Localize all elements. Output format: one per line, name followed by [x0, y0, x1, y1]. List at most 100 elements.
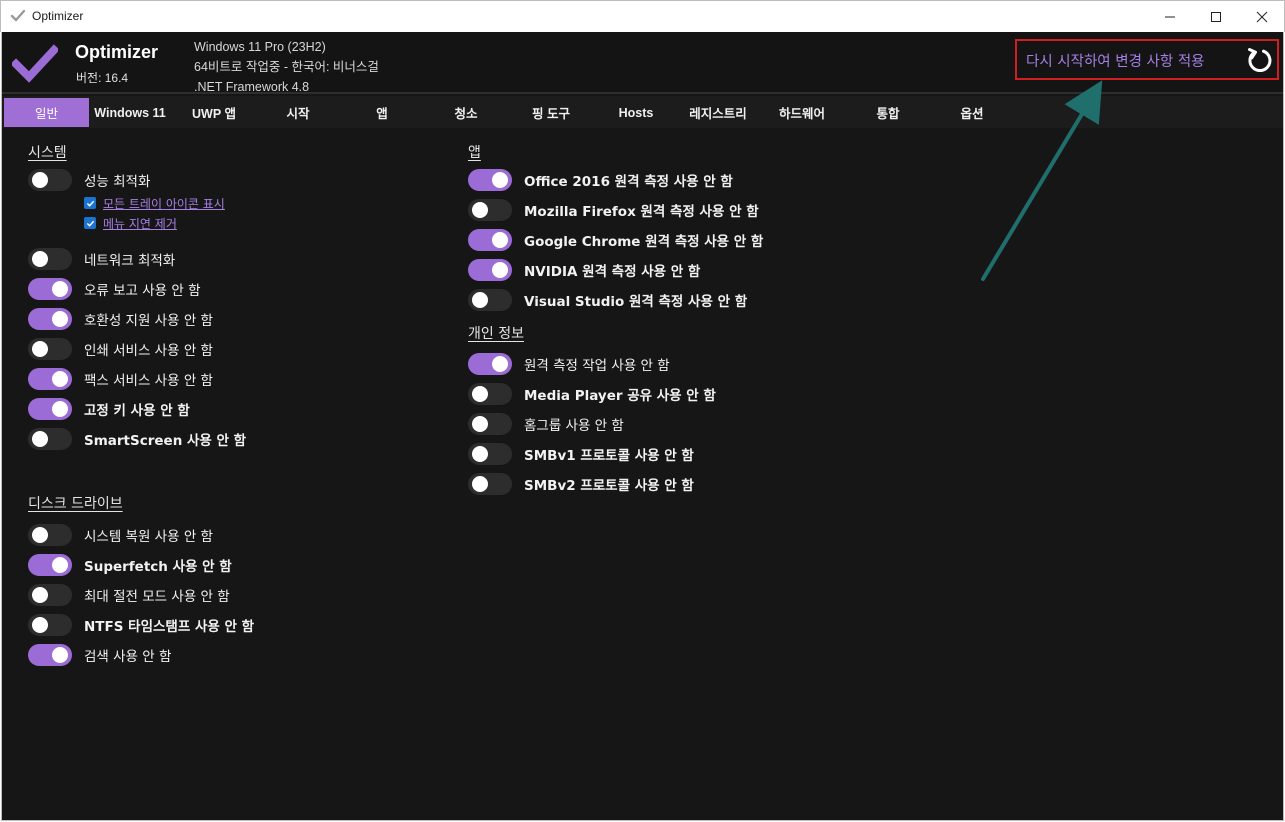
toggle-row-smbv2[interactable]: SMBv2 프로토콜 사용 안 함: [468, 472, 694, 496]
restart-apply-link[interactable]: 다시 시작하여 변경 사항 적용: [1026, 50, 1205, 71]
toggle-label: 고정 키 사용 안 함: [84, 403, 190, 419]
tab-apps[interactable]: 앱: [340, 98, 424, 127]
app-logo-check-icon: [12, 44, 58, 83]
toggle-label: 시스템 복원 사용 안 함: [84, 529, 213, 545]
toggle-label: NVIDIA 원격 측정 사용 안 함: [524, 264, 701, 280]
close-button[interactable]: [1239, 1, 1285, 32]
toggle-row-ntfs-timestamp[interactable]: NTFS 타임스탬프 사용 안 함: [28, 613, 254, 637]
toggle-knob: [52, 281, 68, 297]
toggle-switch[interactable]: [28, 584, 72, 606]
toggle-knob: [32, 251, 48, 267]
toggle-switch[interactable]: [468, 229, 512, 251]
tab-startup[interactable]: 시작: [256, 98, 340, 127]
toggle-row-system-restore[interactable]: 시스템 복원 사용 안 함: [28, 523, 213, 547]
tab-cleanup[interactable]: 청소: [424, 98, 508, 127]
tab-options[interactable]: 옵션: [930, 98, 1014, 127]
toggle-switch[interactable]: [468, 473, 512, 495]
tab-uwp-apps[interactable]: UWP 앱: [172, 98, 256, 127]
toggle-row-chrome-telemetry[interactable]: Google Chrome 원격 측정 사용 안 함: [468, 228, 763, 252]
tab-windows11[interactable]: Windows 11: [89, 98, 171, 127]
toggle-row-performance[interactable]: 성능 최적화: [28, 168, 150, 192]
tab-ping-tool[interactable]: 핑 도구: [508, 98, 594, 127]
toggle-row-fax-service[interactable]: 팩스 서비스 사용 안 함: [28, 367, 213, 391]
toggle-row-smartscreen[interactable]: SmartScreen 사용 안 함: [28, 427, 246, 451]
tab-registry[interactable]: 레지스트리: [678, 98, 758, 127]
toggle-switch[interactable]: [28, 278, 72, 300]
checkbox-checked-icon[interactable]: [84, 197, 96, 209]
toggle-row-print-service[interactable]: 인쇄 서비스 사용 안 함: [28, 337, 213, 361]
toggle-row-network[interactable]: 네트워크 최적화: [28, 247, 175, 271]
toggle-label: 네트워크 최적화: [84, 253, 176, 269]
toggle-switch[interactable]: [28, 248, 72, 270]
toggle-knob: [472, 476, 488, 492]
checkbox-checked-icon[interactable]: [84, 217, 96, 229]
toggle-switch[interactable]: [468, 353, 512, 375]
toggle-label: SMBv1 프로토콜 사용 안 함: [524, 448, 694, 464]
checkbox-label[interactable]: 모든 트레이 아이콘 표시: [103, 195, 225, 212]
toggle-row-homegroup[interactable]: 홈그룹 사용 안 함: [468, 412, 624, 436]
toggle-row-media-player-sharing[interactable]: Media Player 공유 사용 안 함: [468, 382, 716, 406]
toggle-switch[interactable]: [28, 524, 72, 546]
tab-general[interactable]: 일반: [4, 98, 89, 127]
minimize-button[interactable]: [1147, 1, 1193, 32]
toggle-knob: [472, 446, 488, 462]
toggle-switch[interactable]: [28, 368, 72, 390]
tab-hardware[interactable]: 하드웨어: [758, 98, 846, 127]
toggle-switch[interactable]: [468, 259, 512, 281]
toggle-row-search[interactable]: 검색 사용 안 함: [28, 643, 171, 667]
toggle-row-firefox-telemetry[interactable]: Mozilla Firefox 원격 측정 사용 안 함: [468, 198, 759, 222]
toggle-switch[interactable]: [28, 644, 72, 666]
app-check-icon: [10, 9, 26, 22]
toggle-switch[interactable]: [28, 554, 72, 576]
toggle-label: 호환성 지원 사용 안 함: [84, 313, 213, 329]
toggle-label: NTFS 타임스탬프 사용 안 함: [84, 619, 255, 635]
toggle-knob: [472, 202, 488, 218]
checkbox-row-menu-delay[interactable]: 메뉴 지연 제거: [84, 214, 177, 232]
toggle-label: 인쇄 서비스 사용 안 함: [84, 343, 213, 359]
toggle-label: Superfetch 사용 안 함: [84, 559, 232, 575]
toggle-switch[interactable]: [28, 428, 72, 450]
toggle-label: 검색 사용 안 함: [84, 649, 172, 665]
toggle-row-superfetch[interactable]: Superfetch 사용 안 함: [28, 553, 232, 577]
toggle-knob: [32, 431, 48, 447]
toggle-row-telemetry-tasks[interactable]: 원격 측정 작업 사용 안 함: [468, 352, 670, 376]
toggle-label: Mozilla Firefox 원격 측정 사용 안 함: [524, 204, 759, 220]
section-title-disk: 디스크 드라이브: [28, 496, 123, 512]
toggle-row-hibernate[interactable]: 최대 절전 모드 사용 안 함: [28, 583, 230, 607]
toggle-label: 팩스 서비스 사용 안 함: [84, 373, 213, 389]
tab-integration[interactable]: 통합: [846, 98, 930, 127]
maximize-icon: [1211, 11, 1221, 22]
toggle-knob: [492, 356, 508, 372]
app-version: 버전: 16.4: [76, 71, 129, 85]
toggle-switch[interactable]: [468, 169, 512, 191]
toggle-switch[interactable]: [468, 413, 512, 435]
tab-bar: 일반 Windows 11 UWP 앱 시작 앱 청소 핑 도구 Hosts 레…: [2, 96, 1283, 128]
toggle-row-sticky-keys[interactable]: 고정 키 사용 안 함: [28, 397, 190, 421]
toggle-row-nvidia-telemetry[interactable]: NVIDIA 원격 측정 사용 안 함: [468, 258, 700, 282]
maximize-button[interactable]: [1193, 1, 1239, 32]
toggle-switch[interactable]: [28, 398, 72, 420]
toggle-row-compatibility[interactable]: 호환성 지원 사용 안 함: [28, 307, 213, 331]
toggle-row-office-telemetry[interactable]: Office 2016 원격 측정 사용 안 함: [468, 168, 733, 192]
toggle-switch[interactable]: [468, 383, 512, 405]
toggle-row-error-reporting[interactable]: 오류 보고 사용 안 함: [28, 277, 201, 301]
toggle-switch[interactable]: [28, 338, 72, 360]
toggle-switch[interactable]: [468, 199, 512, 221]
toggle-switch[interactable]: [28, 169, 72, 191]
toggle-switch[interactable]: [468, 443, 512, 465]
toggle-switch[interactable]: [28, 614, 72, 636]
toggle-label: 오류 보고 사용 안 함: [84, 283, 201, 299]
toggle-row-smbv1[interactable]: SMBv1 프로토콜 사용 안 함: [468, 442, 694, 466]
toggle-label: Google Chrome 원격 측정 사용 안 함: [524, 234, 764, 250]
toggle-knob: [472, 292, 488, 308]
tab-hosts[interactable]: Hosts: [594, 98, 678, 127]
toggle-switch[interactable]: [28, 308, 72, 330]
checkbox-row-tray-icons[interactable]: 모든 트레이 아이콘 표시: [84, 194, 225, 212]
checkbox-label[interactable]: 메뉴 지연 제거: [103, 215, 177, 232]
system-info: Windows 11 Pro (23H2) 64비트로 작업중 - 한국어: 비…: [194, 37, 379, 97]
toggle-row-vs-telemetry[interactable]: Visual Studio 원격 측정 사용 안 함: [468, 288, 747, 312]
restart-icon[interactable]: [1245, 46, 1273, 74]
toggle-knob: [52, 371, 68, 387]
window-title: Optimizer: [32, 9, 84, 23]
toggle-switch[interactable]: [468, 289, 512, 311]
